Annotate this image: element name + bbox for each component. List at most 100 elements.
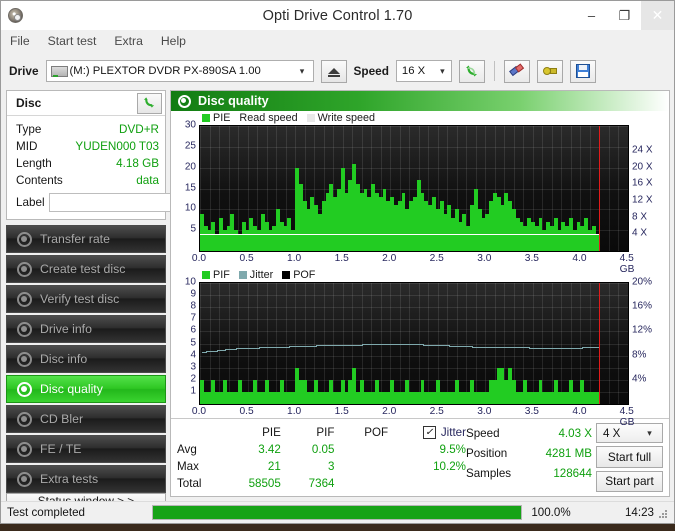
y-tick-label: 15	[184, 182, 196, 193]
content-title: Disc quality	[198, 94, 269, 108]
scan-info: Speed 4.03 X Position 4281 MB Samples 12…	[466, 423, 596, 492]
pie-y-axis-right: 24 X 20 X 16 X 12 X 8 X 4 X	[629, 125, 669, 252]
y-tick-label-right: 4 X	[632, 227, 648, 239]
disc-key: Contents	[16, 174, 63, 187]
progress-percent: 100.0%	[531, 506, 571, 519]
drive-toolbar: Drive (M:) PLEXTOR DVDR PX-890SA 1.00 ▾ …	[1, 52, 674, 90]
menu-item-file[interactable]: File	[10, 34, 30, 48]
y-tick-label: 20	[184, 161, 196, 173]
info-key: Position	[466, 446, 508, 460]
charts-area: PIE Read speed Write speed 30 25 20 15 10 5	[171, 111, 669, 428]
y-tick-label: 2	[190, 373, 196, 385]
refresh-button[interactable]	[458, 59, 485, 83]
legend-item-pie: PIE	[202, 112, 230, 124]
drive-select[interactable]: (M:) PLEXTOR DVDR PX-890SA 1.00 ▾	[45, 60, 314, 82]
disc-properties: Type DVD+R MID YUDEN000 T03 Length 4.18 …	[7, 116, 253, 219]
progress-bar	[152, 505, 522, 520]
elapsed-time: 14:23	[624, 506, 654, 519]
error-stats-table: PIE PIF POF ✓ Jitter Avg 3.42 0.05 9.5%	[171, 423, 466, 492]
pif-chart-legend: PIF Jitter POF	[171, 268, 669, 282]
sidebar: Disc Type DVD+R MID YUDEN000 T03 Length …	[6, 90, 253, 509]
x-tick-label: 4.0	[572, 406, 587, 417]
read-speed-line	[200, 234, 600, 236]
disc-row-length: Length 4.18 GB	[16, 155, 159, 172]
jitter-label: Jitter	[440, 425, 466, 439]
stats-row-max: Max 21 3 10.2%	[177, 458, 466, 475]
status-bar: Test completed 100.0% 14:23	[1, 501, 674, 523]
pif-y-axis-right: 20% 16% 12% 8% 4%	[629, 277, 669, 405]
sidebar-item-label: Verify test disc	[40, 292, 120, 306]
menu-bar: File Start test Extra Help	[1, 30, 674, 52]
pie-plot-wrap: 30 25 20 15 10 5 24 X 20 X 16 X 12 X 8 X 4 X	[171, 120, 669, 252]
menu-item-start-test[interactable]: Start test	[48, 34, 97, 48]
stats-row-avg: Avg 3.42 0.05 9.5%	[177, 441, 466, 458]
start-full-label: Start full	[607, 450, 652, 465]
start-part-button[interactable]: Start part	[596, 470, 663, 493]
sidebar-item-extra-tests[interactable]: Extra tests	[6, 465, 166, 493]
refresh-icon	[464, 64, 479, 78]
connect-button[interactable]	[536, 59, 563, 83]
scan-speed-value: 4 X	[603, 426, 621, 440]
y-tick-label-right: 8 X	[632, 211, 648, 223]
pie-plot[interactable]	[199, 125, 629, 252]
disc-refresh-button[interactable]	[137, 92, 162, 114]
pif-x-axis: 0.0 0.5 1.0 1.5 2.0 2.5 3.0 3.5 4.0 4.5 GB	[192, 405, 634, 428]
jitter-checkbox[interactable]: ✓	[422, 425, 436, 439]
sidebar-item-create-test-disc[interactable]: Create test disc	[6, 255, 166, 283]
sidebar-item-fe-te[interactable]: FE / TE	[6, 435, 166, 463]
menu-item-extra[interactable]: Extra	[114, 34, 142, 48]
sidebar-item-label: Disc info	[40, 352, 88, 366]
disc-quality-icon	[178, 94, 191, 108]
disc-info-panel: Disc Type DVD+R MID YUDEN000 T03 Length …	[6, 90, 253, 220]
x-tick-label: 1.0	[287, 253, 302, 264]
save-button[interactable]	[569, 59, 596, 83]
gauge-icon	[17, 351, 32, 367]
erase-button[interactable]	[503, 59, 530, 83]
start-full-button[interactable]: Start full	[596, 446, 663, 468]
y-tick-label: 1	[190, 385, 196, 397]
info-row-samples: Samples 128644	[466, 463, 596, 483]
menu-item-help[interactable]: Help	[161, 34, 186, 48]
sidebar-item-label: Transfer rate	[40, 232, 110, 246]
legend-item-pof: POF	[282, 269, 315, 281]
title-bar: Opti Drive Control 1.70 – ❐ ✕	[1, 1, 674, 30]
x-tick-label: 2.0	[382, 406, 397, 417]
sidebar-item-label: CD Bler	[40, 412, 84, 426]
info-value: 128644	[553, 466, 592, 480]
disc-row-contents: Contents data	[16, 172, 159, 189]
legend-item-jitter: Jitter	[238, 269, 274, 281]
resize-grip-icon[interactable]	[658, 507, 670, 519]
y-tick-label: 30	[184, 119, 196, 131]
gauge-icon	[17, 381, 32, 397]
content-header: Disc quality	[171, 91, 669, 111]
stats-value-jitter: 10.2%	[433, 460, 466, 473]
pif-plot[interactable]	[199, 282, 629, 405]
speed-select[interactable]: 16 X ▾	[395, 60, 452, 82]
x-tick-label: 0.0	[191, 253, 207, 264]
y-tick-label-right: 12 X	[632, 194, 653, 206]
legend-item-read-speed: Read speed	[239, 112, 297, 124]
stats-header-row: PIE PIF POF ✓ Jitter	[177, 423, 466, 441]
gauge-icon	[17, 261, 32, 277]
drive-label: Drive	[9, 64, 39, 78]
disc-row-mid: MID YUDEN000 T03	[16, 138, 159, 155]
sidebar-item-disc-info[interactable]: Disc info	[6, 345, 166, 373]
legend-label: Jitter	[249, 269, 274, 281]
sidebar-item-disc-quality[interactable]: Disc quality	[6, 375, 166, 403]
sidebar-item-transfer-rate[interactable]: Transfer rate	[6, 225, 166, 253]
progress-fill	[153, 506, 521, 519]
chevron-down-icon: ▾	[440, 65, 445, 76]
disc-key: Type	[16, 123, 42, 136]
status-message: Test completed	[7, 506, 85, 519]
stats-value-pif: 3	[328, 460, 335, 473]
legend-label: POF	[293, 269, 316, 281]
stats-row-label: Total	[177, 477, 202, 490]
eject-button[interactable]	[320, 59, 347, 83]
stats-value-pie: 21	[267, 460, 281, 473]
sidebar-item-verify-test-disc[interactable]: Verify test disc	[6, 285, 166, 313]
legend-item-pif: PIF	[202, 269, 230, 281]
disc-key: MID	[16, 140, 38, 153]
sidebar-item-cd-bler[interactable]: CD Bler	[6, 405, 166, 433]
sidebar-item-drive-info[interactable]: Drive info	[6, 315, 166, 343]
x-tick-label: 2.5	[429, 406, 444, 417]
